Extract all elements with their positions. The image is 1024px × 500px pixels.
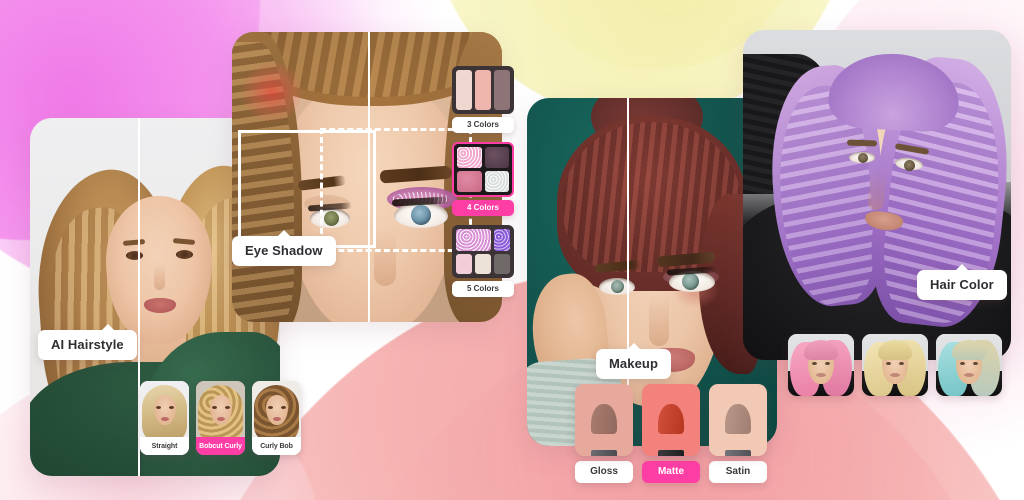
lipstick-option-satin[interactable]: Satin [709, 384, 767, 483]
hair-color-label: Hair Color [917, 264, 1007, 300]
hair-color-option-teal[interactable] [936, 334, 1002, 396]
lipstick-option-label: Satin [709, 461, 767, 483]
palette-option-label: 4 Colors [452, 200, 514, 216]
palette-option-5-colors[interactable]: 5 Colors [452, 225, 514, 297]
palette-option-label: 5 Colors [452, 281, 514, 297]
lipstick-option-label: Matte [642, 461, 700, 483]
makeup-label-text: Makeup [609, 356, 659, 371]
hairstyle-option-label: Straight [140, 437, 189, 455]
hair-color-photo [743, 30, 1011, 360]
hair-color-label-text: Hair Color [930, 277, 994, 292]
promo-banner: AI Hairstyle Straight Bobcut Curly Curly… [0, 0, 1024, 500]
lipstick-option-matte[interactable]: Matte [642, 384, 700, 483]
makeup-label: Makeup [596, 343, 672, 379]
lipstick-option-label: Gloss [575, 461, 633, 483]
ai-hairstyle-label-text: AI Hairstyle [51, 337, 124, 352]
hair-color-option-pink[interactable] [788, 334, 854, 396]
palette-option-label: 3 Colors [452, 117, 514, 133]
hairstyle-option-strip[interactable]: Straight Bobcut Curly Curly Bob [140, 381, 301, 455]
palette-swatches [452, 225, 514, 278]
hairstyle-option-curly-bob[interactable]: Curly Bob [252, 381, 301, 455]
hair-color-card[interactable] [743, 30, 1011, 360]
hairstyle-option-label: Curly Bob [252, 437, 301, 455]
eye-shadow-palette-list[interactable]: 3 Colors 4 Colors 5 Colors [452, 66, 514, 297]
hairstyle-option-label: Bobcut Curly [196, 437, 245, 455]
palette-option-4-colors[interactable]: 4 Colors [452, 142, 514, 216]
lipstick-finish-strip[interactable]: Gloss Matte Satin [575, 384, 767, 483]
hairstyle-option-bobcut-curly[interactable]: Bobcut Curly [196, 381, 245, 455]
palette-swatches [452, 66, 514, 114]
ai-hairstyle-label: AI Hairstyle [38, 324, 137, 360]
hair-color-option-strip[interactable] [788, 334, 1002, 396]
eye-shadow-label-text: Eye Shadow [245, 243, 323, 258]
palette-swatches [452, 142, 514, 197]
hair-color-option-blonde[interactable] [862, 334, 928, 396]
hairstyle-option-straight[interactable]: Straight [140, 381, 189, 455]
eye-shadow-label: Eye Shadow [232, 230, 336, 266]
lipstick-option-gloss[interactable]: Gloss [575, 384, 633, 483]
eye-shadow-selection-frame-applied[interactable] [320, 128, 472, 252]
palette-option-3-colors[interactable]: 3 Colors [452, 66, 514, 133]
